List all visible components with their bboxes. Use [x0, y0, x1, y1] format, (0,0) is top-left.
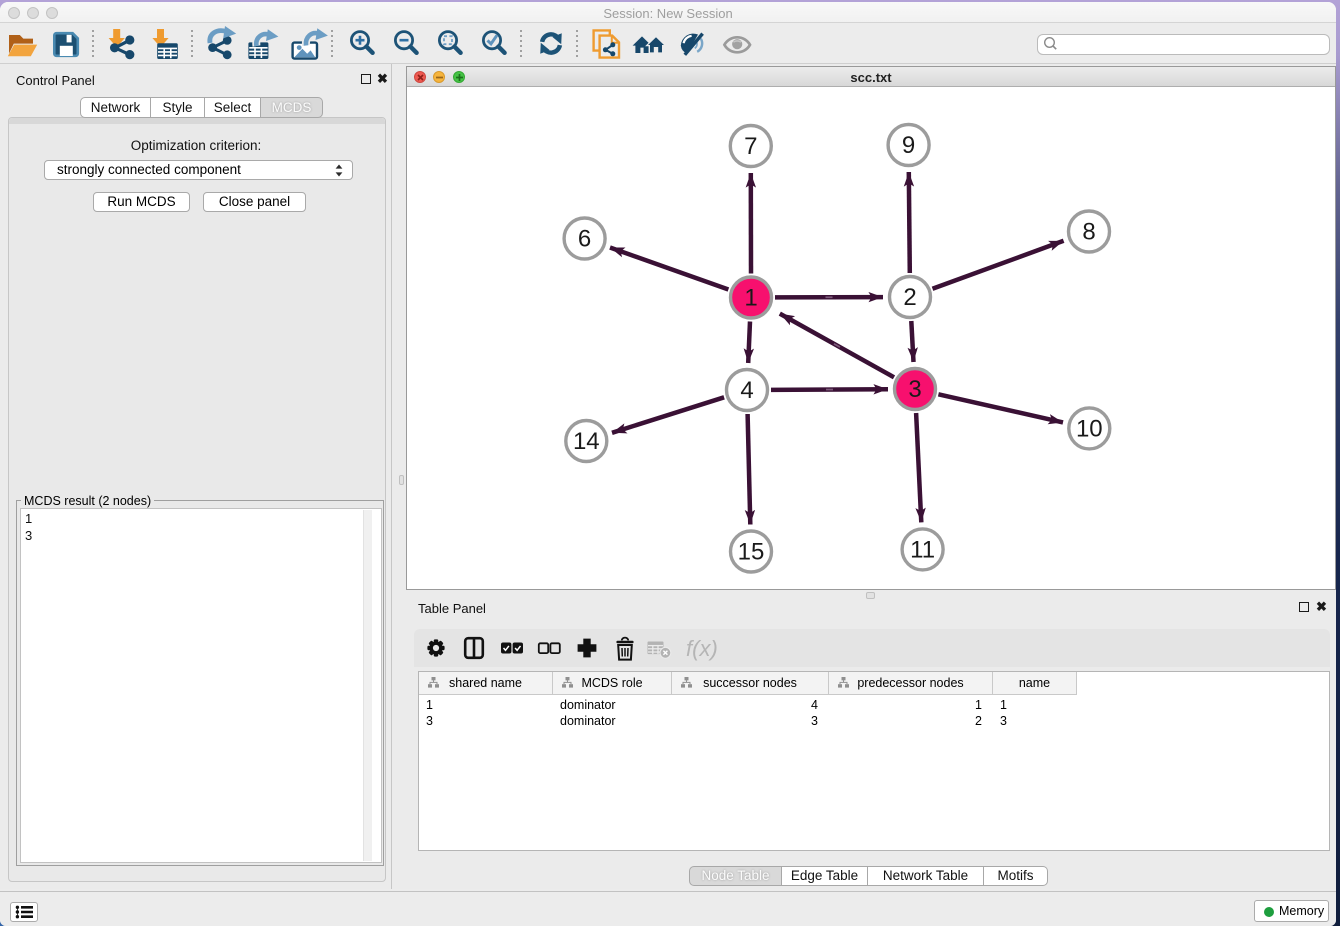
svg-text:4: 4	[740, 377, 753, 404]
svg-text:11: 11	[910, 536, 935, 563]
svg-text:10: 10	[1076, 415, 1103, 442]
svg-text:6: 6	[578, 226, 591, 253]
svg-text:9: 9	[902, 132, 915, 159]
svg-text:2: 2	[903, 284, 916, 311]
svg-text:15: 15	[738, 539, 765, 566]
svg-text:8: 8	[1082, 219, 1095, 246]
svg-text:7: 7	[744, 133, 757, 160]
svg-text:3: 3	[908, 376, 921, 403]
svg-text:14: 14	[573, 428, 600, 455]
svg-text:f(x): f(x)	[686, 636, 718, 661]
svg-text:1: 1	[744, 285, 757, 312]
